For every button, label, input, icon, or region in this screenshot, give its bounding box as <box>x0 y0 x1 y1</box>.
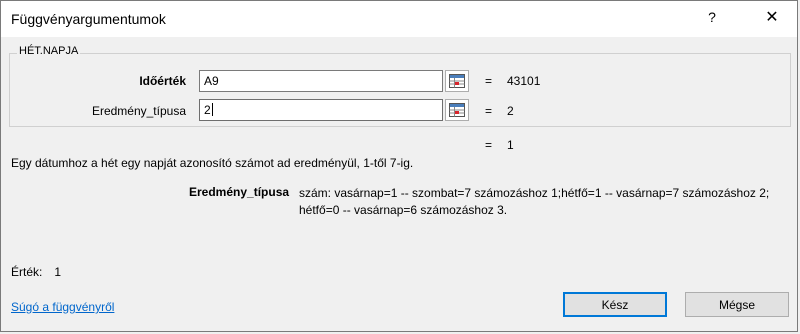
function-help-link[interactable]: Súgó a függvényről <box>11 300 114 314</box>
selected-param-name: Eredmény_típusa <box>189 185 290 199</box>
function-description: Egy dátumhoz a hét egy napját azonosító … <box>11 156 414 170</box>
close-button[interactable]: ✕ <box>749 1 795 33</box>
question-mark-icon: ? <box>708 9 716 25</box>
formula-result: 1 <box>507 138 514 152</box>
value-label: Érték: <box>11 265 43 279</box>
cancel-button[interactable]: Mégse <box>685 292 789 317</box>
text-caret <box>211 103 213 116</box>
range-select-icon <box>449 103 465 117</box>
idoertek-input[interactable]: A9 <box>199 70 443 92</box>
function-name: HÉT.NAPJA <box>17 45 81 57</box>
dialog-title: Függvényargumentumok <box>11 11 166 27</box>
function-arguments-dialog: Függvényargumentumok ? ✕ HÉT.NAPJA Időér… <box>0 0 798 332</box>
range-select-icon <box>449 74 465 88</box>
eredmeny-tipusa-input[interactable]: 2 <box>199 99 443 121</box>
value-result: 1 <box>54 265 62 279</box>
equals-sign: = <box>485 104 493 118</box>
arg-result-eredmeny-tipusa: 2 <box>507 104 514 118</box>
help-button[interactable]: ? <box>689 1 735 33</box>
eredmeny-tipusa-input-value: 2 <box>204 103 211 117</box>
equals-sign: = <box>485 74 493 88</box>
arg-result-idoertek: 43101 <box>507 74 541 88</box>
title-bar[interactable]: Függvényargumentumok ? ✕ <box>1 1 797 37</box>
collapse-dialog-button-1[interactable] <box>445 70 469 92</box>
equals-sign: = <box>485 138 493 152</box>
idoertek-input-value: A9 <box>204 74 219 88</box>
selected-param-description: szám: vasárnap=1 -- szombat=7 számozásho… <box>299 186 770 217</box>
ok-button[interactable]: Kész <box>563 292 667 317</box>
collapse-dialog-button-2[interactable] <box>445 99 469 121</box>
value-row: Érték: 1 <box>11 265 61 279</box>
arg-label-idoertek: Időérték <box>139 74 186 88</box>
close-icon: ✕ <box>765 9 779 26</box>
arg-label-eredmeny-tipusa: Eredmény_típusa <box>91 104 186 118</box>
